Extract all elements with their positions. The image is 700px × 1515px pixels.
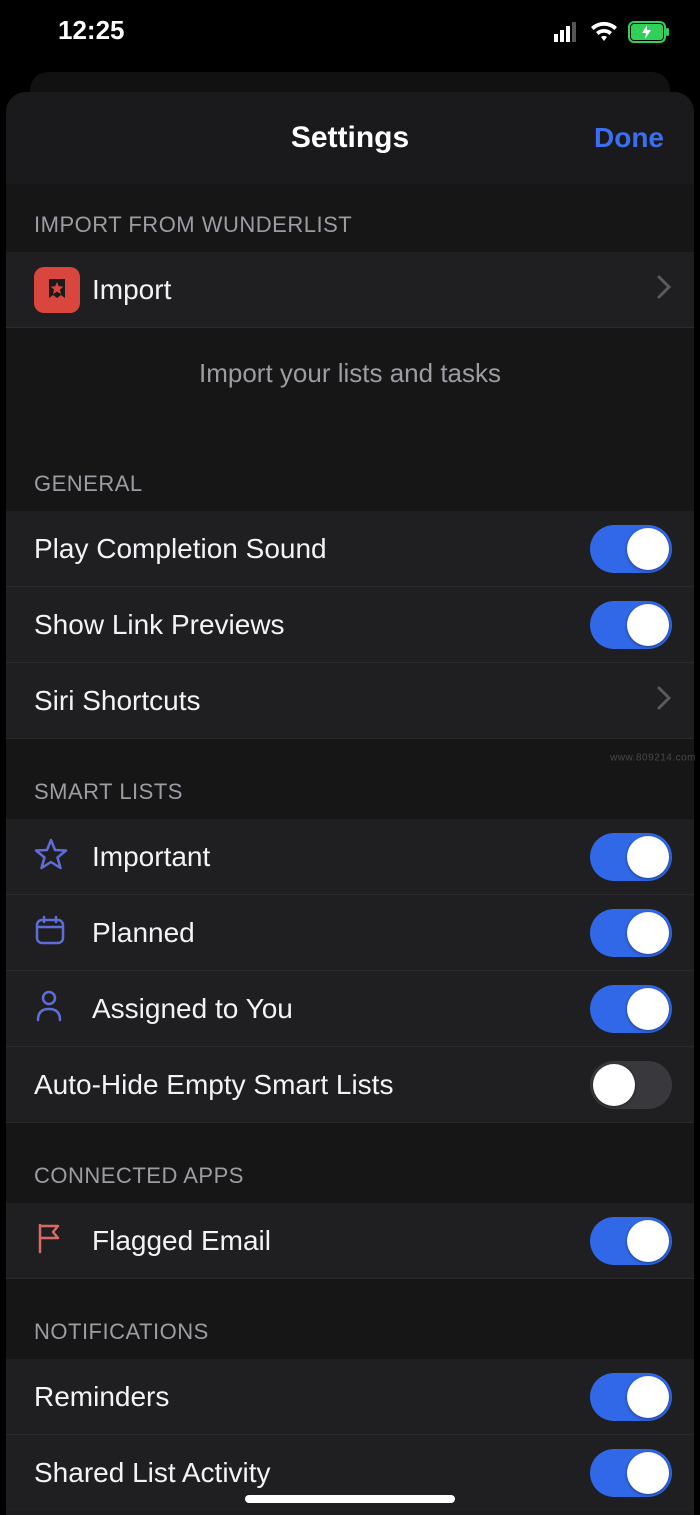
star-icon xyxy=(34,837,68,876)
wifi-icon xyxy=(590,15,618,46)
autohide-toggle[interactable] xyxy=(590,1061,672,1109)
import-row[interactable]: Import xyxy=(6,252,694,328)
chevron-right-icon xyxy=(656,685,672,716)
battery-charging-icon xyxy=(628,15,670,46)
done-button[interactable]: Done xyxy=(594,122,664,154)
section-header-general: GENERAL xyxy=(6,431,694,511)
cellular-icon xyxy=(554,15,580,46)
important-label: Important xyxy=(92,841,590,873)
important-row[interactable]: Important xyxy=(6,819,694,895)
planned-label: Planned xyxy=(92,917,590,949)
flagged-email-label: Flagged Email xyxy=(92,1225,590,1257)
autohide-row[interactable]: Auto-Hide Empty Smart Lists xyxy=(6,1047,694,1123)
play-sound-label: Play Completion Sound xyxy=(34,533,590,565)
assigned-toggle[interactable] xyxy=(590,985,672,1033)
assigned-row[interactable]: Assigned to You xyxy=(6,971,694,1047)
section-header-import: IMPORT FROM WUNDERLIST xyxy=(6,184,694,252)
play-sound-row[interactable]: Play Completion Sound xyxy=(6,511,694,587)
important-toggle[interactable] xyxy=(590,833,672,881)
page-title: Settings xyxy=(291,121,409,155)
calendar-icon xyxy=(34,914,66,951)
flagged-email-toggle[interactable] xyxy=(590,1217,672,1265)
siri-shortcuts-row[interactable]: Siri Shortcuts xyxy=(6,663,694,739)
flagged-email-row[interactable]: Flagged Email xyxy=(6,1203,694,1279)
shared-activity-toggle[interactable] xyxy=(590,1449,672,1497)
status-bar: 12:25 xyxy=(0,0,700,60)
link-previews-row[interactable]: Show Link Previews xyxy=(6,587,694,663)
chevron-right-icon xyxy=(656,274,672,305)
autohide-label: Auto-Hide Empty Smart Lists xyxy=(34,1069,590,1101)
reminders-row[interactable]: Reminders xyxy=(6,1359,694,1435)
reminders-toggle[interactable] xyxy=(590,1373,672,1421)
home-indicator[interactable] xyxy=(245,1495,455,1503)
play-sound-toggle[interactable] xyxy=(590,525,672,573)
watermark: www.809214.com xyxy=(610,752,696,763)
assigned-label: Assigned to You xyxy=(92,993,590,1025)
shared-activity-label: Shared List Activity xyxy=(34,1457,590,1489)
import-footer: Import your lists and tasks xyxy=(6,328,694,431)
link-previews-label: Show Link Previews xyxy=(34,609,590,641)
flag-icon xyxy=(34,1221,64,1260)
section-header-smart: SMART LISTS xyxy=(6,739,694,819)
wunderlist-icon xyxy=(34,267,80,313)
person-icon xyxy=(34,989,64,1028)
status-indicators xyxy=(554,15,670,46)
status-time: 12:25 xyxy=(30,15,125,46)
reminders-label: Reminders xyxy=(34,1381,590,1413)
section-header-connected: CONNECTED APPS xyxy=(6,1123,694,1203)
import-label: Import xyxy=(92,274,656,306)
planned-row[interactable]: Planned xyxy=(6,895,694,971)
siri-shortcuts-label: Siri Shortcuts xyxy=(34,685,656,717)
settings-modal: Settings Done IMPORT FROM WUNDERLIST Imp… xyxy=(6,92,694,1515)
planned-toggle[interactable] xyxy=(590,909,672,957)
modal-header: Settings Done xyxy=(6,92,694,184)
link-previews-toggle[interactable] xyxy=(590,601,672,649)
section-header-notifications: NOTIFICATIONS xyxy=(6,1279,694,1359)
